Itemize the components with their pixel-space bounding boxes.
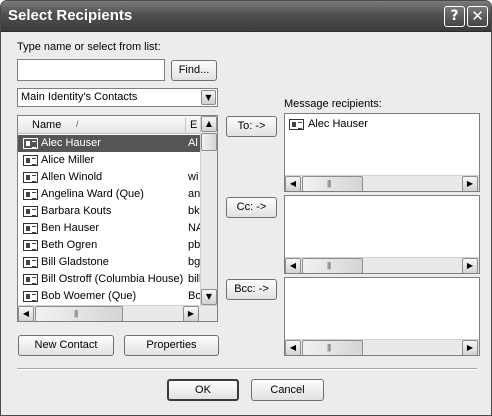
list-vertical-scrollbar[interactable]: ▲ ▼	[200, 116, 217, 305]
sort-indicator: /	[76, 119, 79, 129]
scroll-up-icon[interactable]: ▲	[201, 116, 217, 132]
contact-name: Barbara Kouts	[41, 205, 112, 217]
contact-row[interactable]: Barbara Kouts bk	[18, 203, 201, 220]
dialog-title: Select Recipients	[8, 7, 133, 24]
contact-card-icon	[23, 257, 38, 268]
contact-name: Bob Woemer (Que)	[41, 290, 137, 302]
horizontal-scroll-thumb[interactable]: |||	[35, 306, 123, 321]
cc-recipients-list[interactable]: ◀ ||| ▶	[284, 195, 480, 274]
contact-card-icon	[23, 291, 38, 302]
contact-email: bk	[188, 205, 200, 217]
search-input[interactable]	[17, 59, 165, 81]
grip-icon: |||	[327, 179, 331, 188]
contact-card-icon	[289, 119, 304, 130]
scroll-left-icon[interactable]: ◀	[285, 176, 301, 191]
ok-button[interactable]: OK	[167, 379, 239, 401]
contact-name: Bill Gladstone	[41, 256, 109, 268]
contact-card-icon	[23, 155, 38, 166]
contact-name: Angelina Ward (Que)	[41, 188, 144, 200]
help-button[interactable]: ?	[444, 6, 465, 27]
bcc-recipients-list[interactable]: ◀ ||| ▶	[284, 277, 480, 356]
contact-card-icon	[23, 138, 38, 149]
contact-email: Al	[188, 137, 198, 149]
contact-card-icon	[23, 172, 38, 183]
contact-row[interactable]: Allen Winold wi	[18, 169, 201, 186]
column-header-email[interactable]: E	[190, 119, 197, 131]
scroll-right-icon[interactable]: ▶	[462, 176, 478, 191]
contact-row[interactable]: Ben Hauser NA	[18, 220, 203, 237]
horizontal-scroll-thumb[interactable]: |||	[302, 340, 363, 355]
horizontal-scroll-thumb[interactable]: |||	[302, 258, 363, 273]
close-button[interactable]: ✕	[467, 6, 488, 27]
scroll-left-icon[interactable]: ◀	[285, 258, 301, 273]
recipients-label: Message recipients:	[284, 98, 382, 110]
cc-button[interactable]: Cc: ->	[226, 197, 277, 218]
contact-email: wi	[188, 171, 199, 183]
chevron-down-icon[interactable]: ▼	[201, 90, 216, 105]
scroll-left-icon[interactable]: ◀	[18, 306, 34, 321]
select-recipients-dialog: Select Recipients ? ✕ Type name or selec…	[0, 0, 492, 416]
contact-name: Allen Winold	[41, 171, 103, 183]
contact-card-icon	[23, 206, 38, 217]
search-label: Type name or select from list:	[17, 41, 161, 53]
contact-card-icon	[23, 223, 38, 234]
column-header-name[interactable]: Name	[32, 119, 61, 131]
contact-name: Bill Ostroff (Columbia House)	[41, 273, 184, 285]
column-divider[interactable]	[185, 118, 186, 132]
properties-button[interactable]: Properties	[124, 335, 219, 356]
contact-source-select[interactable]: Main Identity's Contacts ▼	[17, 88, 218, 107]
to-recipients-list[interactable]: Alec Hauser ◀ ||| ▶	[284, 113, 480, 192]
contact-card-icon	[23, 274, 38, 285]
divider	[17, 368, 477, 370]
contact-name: Alice Miller	[41, 154, 95, 166]
contact-list[interactable]: Name / E Alec Hauser Al Alice Miller Allen …	[17, 115, 218, 322]
contact-source-value: Main Identity's Contacts	[21, 91, 138, 103]
contact-row[interactable]: Angelina Ward (Que) an	[18, 186, 201, 203]
scroll-right-icon[interactable]: ▶	[462, 340, 478, 355]
cc-horizontal-scrollbar[interactable]: ◀ ||| ▶	[285, 257, 479, 273]
contact-name: Ben Hauser	[41, 222, 100, 234]
contact-email: bg	[188, 256, 201, 268]
find-button[interactable]: Find...	[171, 60, 217, 81]
contact-row[interactable]: Bill Ostroff (Columbia House) bill	[18, 271, 201, 288]
cancel-button[interactable]: Cancel	[251, 379, 324, 401]
new-contact-button[interactable]: New Contact	[18, 335, 114, 356]
contact-row[interactable]: Beth Ogren pb	[18, 237, 201, 254]
horizontal-scroll-thumb[interactable]: |||	[302, 176, 363, 191]
contact-card-icon	[23, 240, 38, 251]
vertical-scroll-thumb[interactable]	[201, 133, 217, 151]
to-button[interactable]: To: ->	[226, 116, 277, 137]
to-horizontal-scrollbar[interactable]: ◀ ||| ▶	[285, 175, 479, 191]
grip-icon: |||	[74, 309, 78, 318]
contact-name: Alec Hauser	[41, 137, 101, 149]
title-bar: Select Recipients ? ✕	[1, 1, 491, 32]
contact-rows: Alec Hauser Al Alice Miller Allen Winold wi A…	[18, 135, 203, 305]
scroll-right-icon[interactable]: ▶	[183, 306, 199, 321]
grip-icon: |||	[327, 343, 331, 352]
list-horizontal-scrollbar[interactable]: ◀ ||| ▶	[18, 305, 217, 321]
list-header: Name / E	[18, 116, 201, 134]
contact-name: Beth Ogren	[41, 239, 98, 251]
bcc-button[interactable]: Bcc: ->	[226, 279, 277, 300]
contact-email: pb	[188, 239, 201, 251]
contact-row[interactable]: Bill Gladstone bg	[18, 254, 201, 271]
scroll-down-icon[interactable]: ▼	[201, 289, 217, 305]
contact-row[interactable]: Alec Hauser Al	[18, 135, 201, 152]
contact-email: an	[188, 188, 201, 200]
scroll-left-icon[interactable]: ◀	[285, 340, 301, 355]
grip-icon: |||	[327, 261, 331, 270]
scroll-right-icon[interactable]: ▶	[462, 258, 478, 273]
contact-row[interactable]: Bob Woemer (Que) Bo	[18, 288, 201, 305]
recipient-name: Alec Hauser	[308, 118, 368, 130]
bcc-horizontal-scrollbar[interactable]: ◀ ||| ▶	[285, 339, 479, 355]
contact-row[interactable]: Alice Miller	[18, 152, 201, 169]
contact-card-icon	[23, 189, 38, 200]
